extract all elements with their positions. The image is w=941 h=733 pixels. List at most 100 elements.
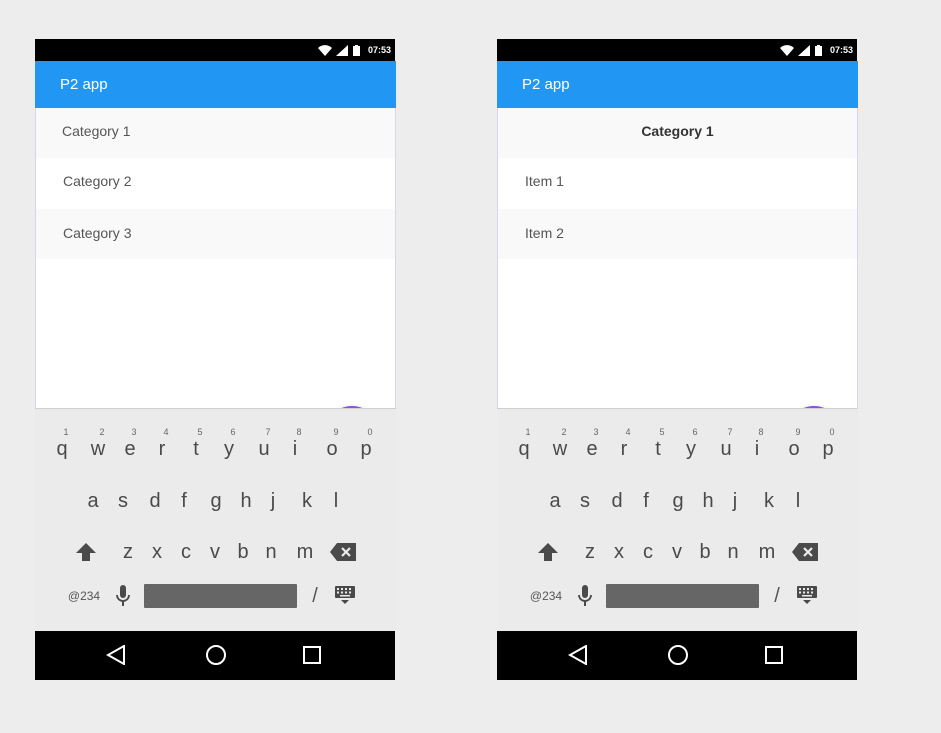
key-z[interactable]: z — [113, 532, 143, 572]
keyboard-settings-key[interactable] — [333, 584, 357, 606]
key-t[interactable]: 5t — [181, 427, 211, 467]
navigation-bar — [35, 631, 395, 680]
key-k[interactable]: k — [754, 481, 784, 521]
spacebar[interactable] — [144, 584, 297, 608]
category-header-label: Category 1 — [641, 123, 714, 139]
shift-key[interactable] — [73, 541, 99, 563]
symbols-key[interactable]: @234 — [65, 582, 103, 610]
key-i[interactable]: 8i — [742, 427, 772, 467]
status-time: 07:53 — [367, 45, 391, 55]
key-x[interactable]: x — [142, 532, 172, 572]
category-header: Category 1 — [498, 108, 857, 158]
key-y[interactable]: 6y — [214, 427, 244, 467]
key-w[interactable]: 2w — [83, 427, 113, 467]
list-item[interactable]: Category 2 — [36, 158, 395, 208]
key-q[interactable]: 1q — [509, 427, 539, 467]
key-k[interactable]: k — [292, 481, 322, 521]
back-button[interactable] — [566, 643, 590, 667]
key-label: q — [56, 438, 68, 460]
key-r[interactable]: 4r — [147, 427, 177, 467]
key-z[interactable]: z — [575, 532, 605, 572]
key-b[interactable]: b — [228, 532, 258, 572]
key-label: w — [90, 438, 106, 460]
list-item[interactable]: Category 1 — [36, 108, 395, 158]
recents-button[interactable] — [762, 643, 786, 667]
home-button[interactable] — [204, 643, 228, 667]
key-s[interactable]: s — [108, 481, 138, 521]
key-l[interactable]: l — [783, 481, 813, 521]
key-n[interactable]: n — [256, 532, 286, 572]
key-hint: 6 — [692, 427, 698, 437]
symbols-key[interactable]: @234 — [527, 582, 565, 610]
back-button[interactable] — [104, 643, 128, 667]
key-hint: 6 — [230, 427, 236, 437]
key-s[interactable]: s — [570, 481, 600, 521]
key-x[interactable]: x — [604, 532, 634, 572]
key-w[interactable]: 2w — [545, 427, 575, 467]
key-v[interactable]: v — [200, 532, 230, 572]
spacebar[interactable] — [606, 584, 759, 608]
mic-key[interactable] — [115, 584, 131, 608]
keyboard-settings-key[interactable] — [795, 584, 819, 606]
key-c[interactable]: c — [633, 532, 663, 572]
key-e[interactable]: 3e — [115, 427, 145, 467]
backspace-key[interactable] — [330, 542, 356, 562]
back-icon — [568, 645, 587, 665]
key-hint: 2 — [561, 427, 567, 437]
recents-button[interactable] — [300, 643, 324, 667]
key-u[interactable]: 7u — [711, 427, 741, 467]
key-m[interactable]: m — [752, 532, 782, 572]
key-d[interactable]: d — [602, 481, 632, 521]
key-hint: 5 — [659, 427, 665, 437]
key-o[interactable]: 9o — [317, 427, 347, 467]
key-h[interactable]: h — [693, 481, 723, 521]
key-hint: 2 — [99, 427, 105, 437]
key-y[interactable]: 6y — [676, 427, 706, 467]
key-r[interactable]: 4r — [609, 427, 639, 467]
key-t[interactable]: 5t — [643, 427, 673, 467]
key-g[interactable]: g — [201, 481, 231, 521]
key-label: r — [158, 438, 166, 460]
backspace-key[interactable] — [792, 542, 818, 562]
mic-key[interactable] — [577, 584, 593, 608]
key-c[interactable]: c — [171, 532, 201, 572]
key-h[interactable]: h — [231, 481, 261, 521]
key-j[interactable]: j — [720, 481, 750, 521]
key-p[interactable]: 0p — [813, 427, 843, 467]
key-j[interactable]: j — [258, 481, 288, 521]
key-o[interactable]: 9o — [779, 427, 809, 467]
key-g[interactable]: g — [663, 481, 693, 521]
back-icon — [106, 645, 125, 665]
key-hint: 1 — [525, 427, 531, 437]
key-b[interactable]: b — [690, 532, 720, 572]
slash-key[interactable]: / — [767, 582, 787, 610]
key-e[interactable]: 3e — [577, 427, 607, 467]
key-v[interactable]: v — [662, 532, 692, 572]
key-p[interactable]: 0p — [351, 427, 381, 467]
shift-key[interactable] — [535, 541, 561, 563]
key-f[interactable]: f — [169, 481, 199, 521]
key-a[interactable]: a — [78, 481, 108, 521]
key-l[interactable]: l — [321, 481, 351, 521]
key-i[interactable]: 8i — [280, 427, 310, 467]
key-hint: 9 — [795, 427, 801, 437]
key-label: n — [265, 541, 277, 563]
home-button[interactable] — [666, 643, 690, 667]
app-title: P2 app — [522, 76, 570, 93]
key-label: u — [258, 438, 270, 460]
key-label: i — [754, 438, 760, 460]
key-u[interactable]: 7u — [249, 427, 279, 467]
key-hint: 5 — [197, 427, 203, 437]
list-item[interactable]: Item 2 — [498, 209, 857, 259]
key-q[interactable]: 1q — [47, 427, 77, 467]
key-a[interactable]: a — [540, 481, 570, 521]
app-title: P2 app — [60, 76, 108, 93]
key-m[interactable]: m — [290, 532, 320, 572]
slash-key[interactable]: / — [305, 582, 325, 610]
list-item[interactable]: Item 1 — [498, 158, 857, 208]
keyboard-row-4: @234 / — [35, 578, 396, 618]
key-n[interactable]: n — [718, 532, 748, 572]
key-f[interactable]: f — [631, 481, 661, 521]
list-item[interactable]: Category 3 — [36, 209, 395, 259]
key-d[interactable]: d — [140, 481, 170, 521]
